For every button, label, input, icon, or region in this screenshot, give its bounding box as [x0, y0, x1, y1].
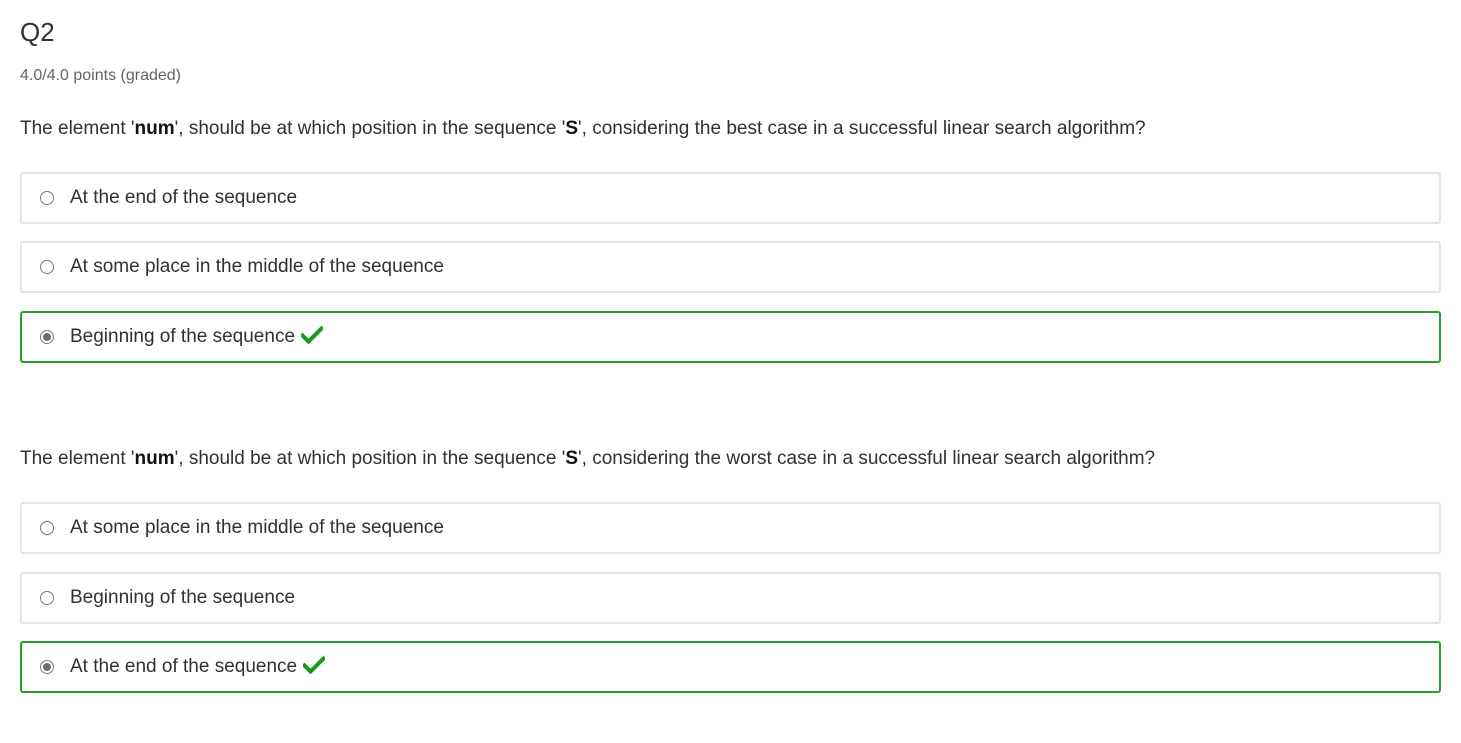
answer-option-label-wrap: Beginning of the sequence [70, 325, 324, 349]
radio-button-icon[interactable] [40, 660, 54, 674]
checkmark-icon [301, 325, 324, 344]
radio-button-icon[interactable] [40, 191, 54, 205]
prompt-text: The element ' [20, 448, 135, 469]
answer-option[interactable]: At some place in the middle of the seque… [20, 241, 1441, 293]
prompt-variable: S [565, 118, 579, 139]
answer-option[interactable]: Beginning of the sequence [20, 572, 1441, 624]
radio-button-icon[interactable] [40, 521, 54, 535]
prompt-variable: num [134, 448, 175, 469]
answer-option[interactable]: At some place in the middle of the seque… [20, 502, 1441, 554]
prompt-variable: num [134, 118, 175, 139]
answer-option-label: At the end of the sequence [70, 187, 298, 208]
problem-prompt: The element 'num', should be at which po… [20, 446, 1155, 472]
answer-option[interactable]: At the end of the sequence [20, 172, 1441, 224]
answer-option-label: At some place in the middle of the seque… [70, 256, 444, 277]
prompt-text: ', considering the best case in a succes… [578, 118, 1146, 139]
problem-prompt: The element 'num', should be at which po… [20, 116, 1146, 142]
answer-option-selected-correct[interactable]: At the end of the sequence [20, 641, 1441, 693]
answer-option-label: At some place in the middle of the seque… [70, 517, 444, 538]
problem-container: Q2 4.0/4.0 points (graded) The element '… [0, 0, 1461, 743]
radio-button-icon[interactable] [40, 591, 54, 605]
answer-option-label: At the end of the sequence [70, 656, 298, 677]
answer-option-label: Beginning of the sequence [70, 587, 296, 608]
prompt-text: ', should be at which position in the se… [174, 118, 566, 139]
prompt-text: ', should be at which position in the se… [174, 448, 566, 469]
question-title: Q2 [20, 17, 55, 47]
radio-button-icon[interactable] [40, 330, 54, 344]
answer-option-selected-correct[interactable]: Beginning of the sequence [20, 311, 1441, 363]
answer-option-label-wrap: At the end of the sequence [70, 655, 326, 679]
prompt-variable: S [565, 448, 579, 469]
question-points: 4.0/4.0 points (graded) [20, 67, 181, 84]
answer-option-label: Beginning of the sequence [70, 326, 296, 347]
prompt-text: ', considering the worst case in a succe… [578, 448, 1156, 469]
radio-button-icon[interactable] [40, 260, 54, 274]
checkmark-icon [303, 655, 326, 674]
prompt-text: The element ' [20, 118, 135, 139]
